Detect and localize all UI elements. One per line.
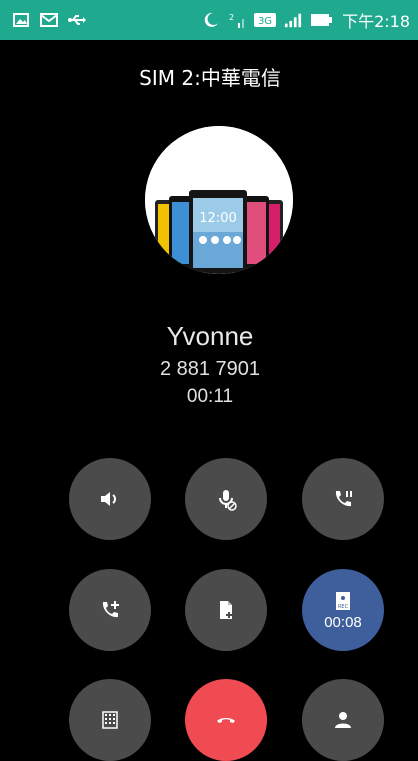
caller-avatar: 12:00 [145, 126, 293, 274]
battery-icon [310, 11, 334, 29]
3g-icon: 3G [254, 11, 277, 29]
add-call-icon [102, 601, 119, 618]
record-button[interactable]: REC 00:08 [302, 569, 384, 651]
status-bar: 2 3G 下午2:18 [0, 0, 418, 40]
speaker-icon [101, 492, 116, 506]
status-right-icons: 2 3G 下午2:18 [202, 8, 410, 32]
end-call-button[interactable] [185, 679, 267, 761]
note-icon [220, 601, 232, 619]
hold-icon [335, 491, 352, 507]
status-left-icons [12, 11, 86, 29]
mute-button[interactable] [185, 458, 267, 540]
svg-text:2: 2 [229, 13, 234, 22]
signal-icon [284, 11, 302, 29]
contacts-button[interactable] [302, 679, 384, 761]
usb-icon [68, 11, 86, 29]
note-button[interactable] [185, 569, 267, 651]
caller-name: Yvonne [166, 321, 254, 351]
dialpad-icon [102, 711, 118, 729]
svg-text:REC: REC [338, 604, 349, 610]
incall-screen: SIM 2:中華電信 12:00 Yvonne 2 881 7901 00:11 [12, 40, 408, 761]
sim-signal-icon: 2 [228, 11, 246, 29]
dialpad-button[interactable] [69, 679, 151, 761]
caller-number: 2 881 7901 [159, 358, 261, 380]
mail-icon [40, 11, 58, 29]
call-duration: 00:11 [186, 386, 234, 407]
status-time: 下午2:18 [342, 12, 410, 31]
moon-icon [202, 11, 220, 29]
image-icon [12, 11, 30, 29]
speaker-button[interactable] [69, 458, 151, 540]
end-call-icon [217, 718, 235, 723]
svg-text:3G: 3G [258, 16, 272, 27]
record-icon: REC [336, 592, 350, 610]
hold-button[interactable] [302, 458, 384, 540]
recording-time: 00:08 [324, 614, 362, 631]
add-call-button[interactable] [69, 569, 151, 651]
contacts-icon [335, 712, 351, 728]
sim-label: SIM 2:中華電信 [139, 66, 281, 90]
svg-text:12:00: 12:00 [199, 211, 236, 226]
mute-icon [219, 490, 237, 511]
